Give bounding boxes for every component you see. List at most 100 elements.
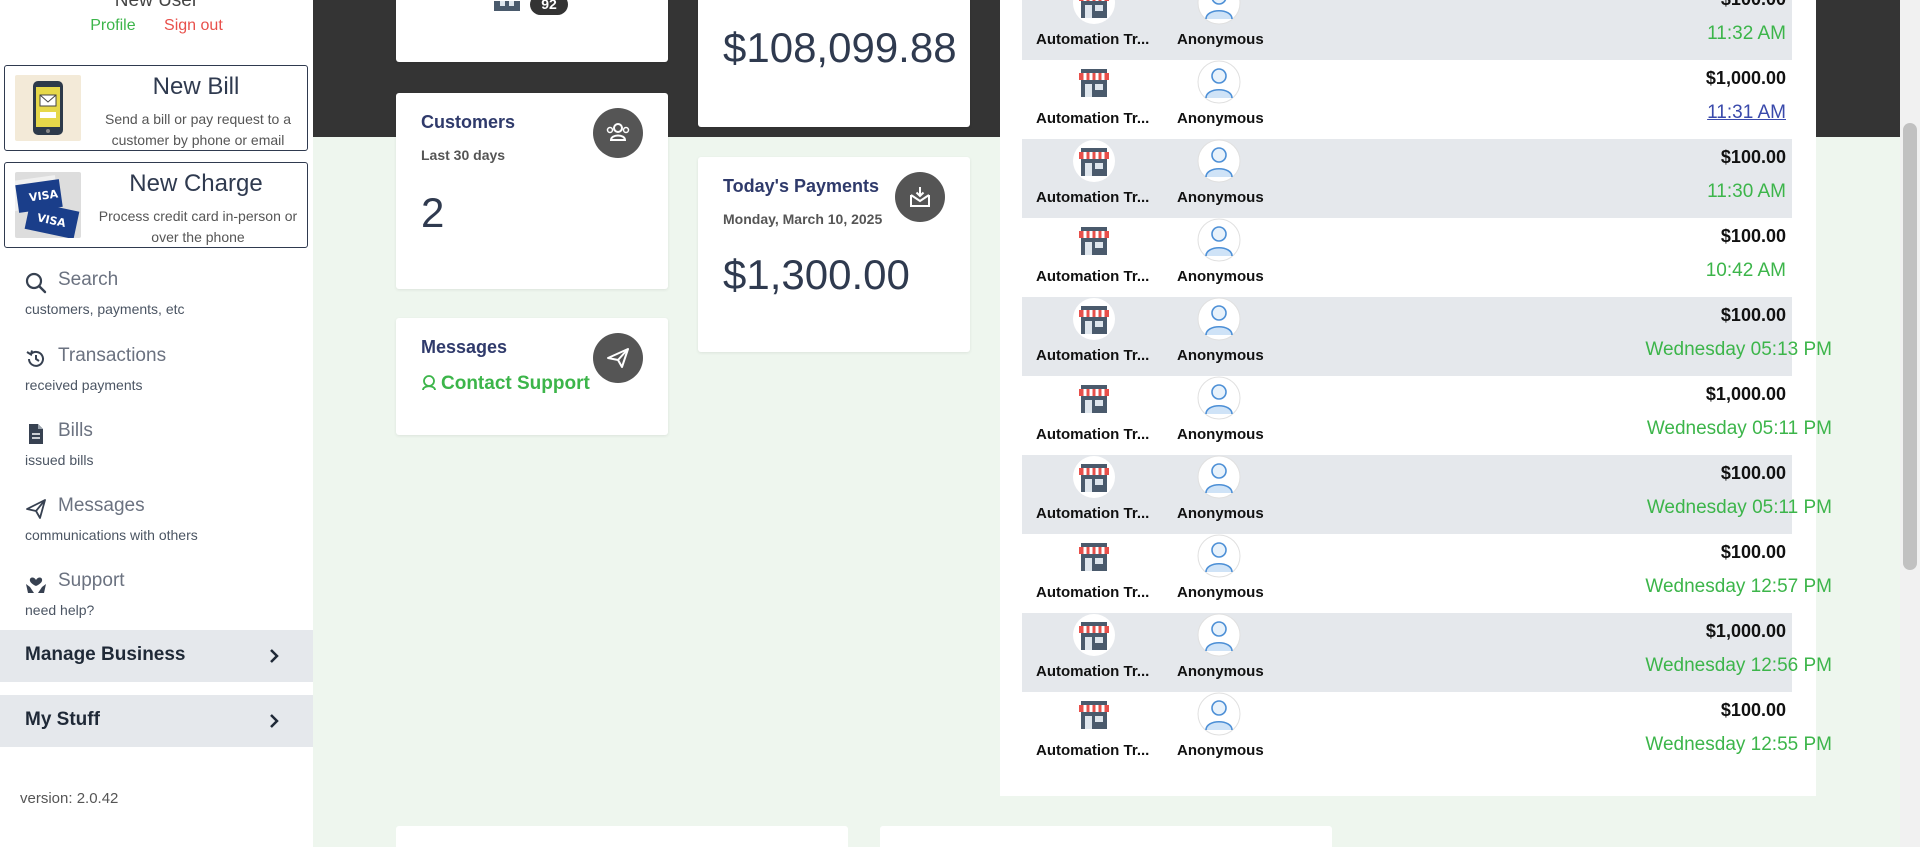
hands-heart-icon xyxy=(25,573,47,595)
store-icon xyxy=(1072,297,1116,341)
credit-cards-icon: VISA VISA xyxy=(15,172,81,238)
nav-support-label: Support xyxy=(58,570,125,591)
customers-button[interactable] xyxy=(593,108,643,158)
store-card[interactable]: 92 xyxy=(396,0,668,62)
amount: $100.00 xyxy=(1720,305,1786,325)
timestamp: Wednesday 12:56 PM xyxy=(1645,655,1832,676)
user-avatar-icon xyxy=(1197,534,1241,578)
chevron-right-icon xyxy=(265,647,283,665)
transaction-row[interactable]: Automation Tr... Anonymous $100.00 Wednesda… xyxy=(1022,455,1832,534)
payer-name: Anonymous xyxy=(1177,663,1264,680)
nav-messages[interactable]: Messages communications with others xyxy=(25,493,305,553)
nav-bills-label: Bills xyxy=(58,420,93,441)
payer-name: Anonymous xyxy=(1177,268,1264,285)
payer-name: Anonymous xyxy=(1177,347,1264,364)
user-avatar-icon xyxy=(1197,218,1241,262)
transaction-row[interactable]: Automation Tr... Anonymous $100.00 Wednesda… xyxy=(1022,534,1832,613)
nav-search-sub: customers, payments, etc xyxy=(25,301,185,317)
headset-icon xyxy=(422,375,436,391)
timestamp: Wednesday 12:57 PM xyxy=(1645,576,1832,597)
todays-payments-button[interactable] xyxy=(895,172,945,222)
payer-name: Anonymous xyxy=(1177,31,1264,48)
transaction-row[interactable]: Automation Tr... Anonymous $1,000.00 Wednes… xyxy=(1022,376,1832,455)
amount: $100.00 xyxy=(1720,542,1786,562)
store-icon xyxy=(1072,692,1116,736)
manage-business-button[interactable]: Manage Business xyxy=(0,630,313,682)
new-charge-button[interactable]: VISA VISA New Charge Process credit card… xyxy=(4,162,308,248)
merchant-name: Automation Tr... xyxy=(1036,31,1150,48)
merchant-name: Automation Tr... xyxy=(1036,347,1150,364)
store-count-badge: 92 xyxy=(530,0,568,15)
amount: $1,000.00 xyxy=(1705,621,1786,641)
phone-mail-icon xyxy=(15,75,81,141)
transaction-row[interactable]: Automation Tr... Anonymous $100.00 10:42 AM xyxy=(1022,218,1792,297)
timestamp: Wednesday 05:11 PM xyxy=(1646,418,1832,439)
user-avatar-icon xyxy=(1197,139,1241,183)
timestamp[interactable]: 11:31 AM xyxy=(1707,102,1786,124)
new-charge-title: New Charge xyxy=(129,170,263,197)
store-icon xyxy=(1072,218,1116,262)
todays-payments-title: Today's Payments xyxy=(723,176,880,196)
contact-support-label: Contact Support xyxy=(441,373,590,394)
messages-card[interactable]: Messages Contact Support xyxy=(396,318,668,435)
nav-search[interactable]: Search customers, payments, etc xyxy=(25,267,305,327)
send-message-button[interactable] xyxy=(593,333,643,383)
payer-name: Anonymous xyxy=(1177,110,1264,127)
user-avatar-icon xyxy=(1197,297,1241,341)
timestamp: Wednesday 05:13 PM xyxy=(1645,339,1832,360)
timestamp: 11:30 AM xyxy=(1707,181,1786,202)
nav-messages-label: Messages xyxy=(58,495,145,516)
user-avatar-icon xyxy=(1197,60,1241,104)
total-card[interactable]: $108,099.88 xyxy=(698,0,970,127)
payer-name: Anonymous xyxy=(1177,189,1264,206)
sidebar: New User Profile Sign out New Bill Send … xyxy=(0,0,313,847)
transaction-row[interactable]: Automation Tr... Anonymous $1,000.00 Wednes… xyxy=(1022,613,1832,692)
customers-card[interactable]: Customers Last 30 days 2 xyxy=(396,93,668,289)
recent-transactions-panel: Automation Tr... Anonymous $100.00 11:32 AM… xyxy=(1000,0,1832,796)
todays-payments-date: Monday, March 10, 2025 xyxy=(723,211,883,227)
store-icon xyxy=(1072,455,1116,499)
nav-transactions-label: Transactions xyxy=(58,345,167,366)
transaction-row[interactable]: Automation Tr... Anonymous $100.00 Wednesda… xyxy=(1022,692,1832,771)
nav-transactions[interactable]: Transactions received payments xyxy=(25,343,305,403)
customers-sub: Last 30 days xyxy=(421,147,506,163)
contact-support-link[interactable]: Contact Support xyxy=(421,373,590,395)
merchant-name: Automation Tr... xyxy=(1036,268,1150,285)
user-avatar-icon xyxy=(1197,376,1241,420)
store-icon xyxy=(1072,0,1116,25)
chevron-right-icon xyxy=(265,712,283,730)
transaction-row[interactable]: Automation Tr... Anonymous $100.00 11:30 AM xyxy=(1022,139,1792,218)
nav-bills[interactable]: Bills issued bills xyxy=(25,418,305,478)
amount: $1,000.00 xyxy=(1705,68,1786,88)
profile-link[interactable]: Profile xyxy=(90,17,135,34)
nav-search-label: Search xyxy=(58,269,119,290)
page-scrollbar[interactable] xyxy=(1900,0,1920,847)
history-icon xyxy=(25,348,47,370)
amount: $100.00 xyxy=(1720,463,1786,483)
timestamp: 10:42 AM xyxy=(1705,260,1786,281)
user-avatar-icon xyxy=(1197,613,1241,657)
my-stuff-label: My Stuff xyxy=(25,709,100,730)
transaction-row[interactable]: Automation Tr... Anonymous $1,000.00 11:31 … xyxy=(1022,60,1792,139)
search-icon xyxy=(25,272,47,294)
new-bill-button[interactable]: New Bill Send a bill or pay request to a… xyxy=(4,65,308,151)
nav-support-sub: need help? xyxy=(25,602,95,618)
transaction-row[interactable]: Automation Tr... Anonymous $100.00 Wednesda… xyxy=(1022,297,1832,376)
sign-out-link[interactable]: Sign out xyxy=(164,17,223,34)
manage-business-label: Manage Business xyxy=(25,644,186,665)
bottom-card-right xyxy=(880,826,1332,847)
store-icon xyxy=(1072,613,1116,657)
my-stuff-button[interactable]: My Stuff xyxy=(0,695,313,747)
nav-support[interactable]: Support need help? xyxy=(25,568,305,628)
merchant-name: Automation Tr... xyxy=(1036,742,1150,759)
merchant-name: Automation Tr... xyxy=(1036,584,1150,601)
merchant-name: Automation Tr... xyxy=(1036,110,1150,127)
nav-messages-sub: communications with others xyxy=(25,527,198,543)
payer-name: Anonymous xyxy=(1177,584,1264,601)
new-bill-desc: Send a bill or pay request to a customer… xyxy=(104,111,291,148)
transaction-row[interactable]: Automation Tr... Anonymous $100.00 11:32 AM xyxy=(1022,0,1792,60)
amount: $1,000.00 xyxy=(1705,384,1786,404)
payer-name: Anonymous xyxy=(1177,742,1264,759)
todays-payments-card[interactable]: Today's Payments Monday, March 10, 2025 … xyxy=(698,157,970,352)
scrollbar-thumb[interactable] xyxy=(1903,123,1917,570)
